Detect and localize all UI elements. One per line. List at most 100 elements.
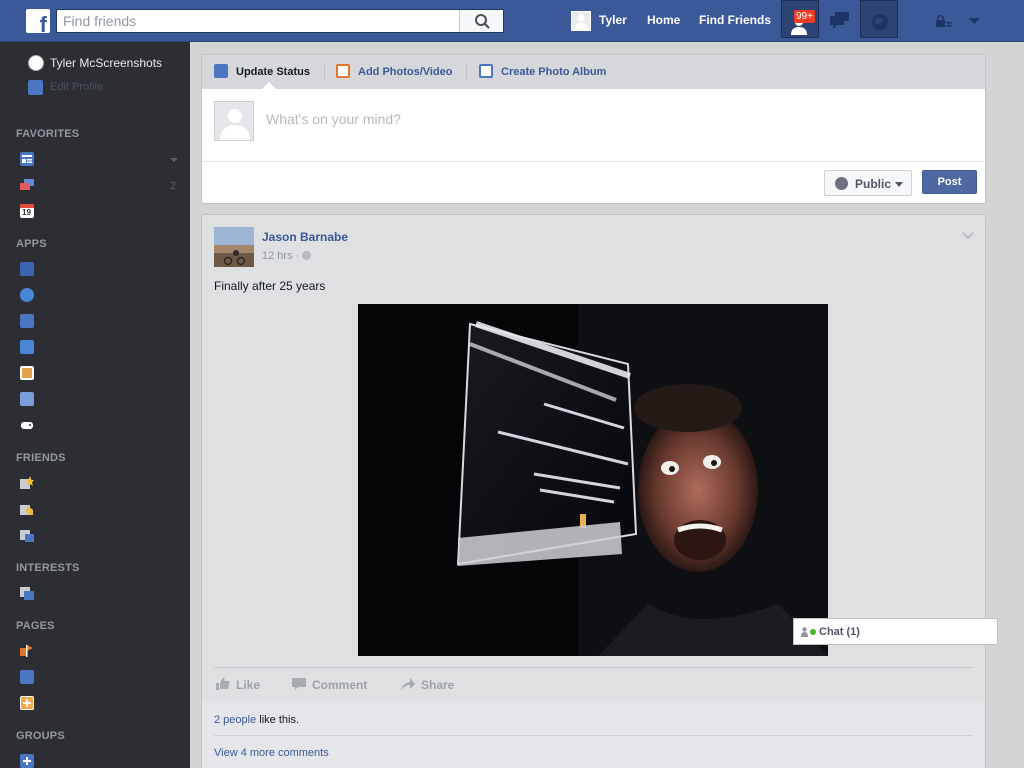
profile-avatar[interactable] — [571, 11, 591, 31]
search-button[interactable] — [459, 10, 503, 32]
comment-label: Comment — [312, 678, 368, 692]
photos-app-icon[interactable] — [20, 366, 34, 380]
page-flag-icon[interactable] — [20, 644, 34, 658]
story-action-divider — [214, 667, 973, 668]
pencil-icon — [28, 80, 43, 95]
search-input[interactable] — [57, 10, 457, 32]
account-menu-button[interactable] — [966, 13, 984, 29]
edit-profile-label: Edit Profile — [50, 81, 104, 93]
create-page-icon[interactable] — [20, 696, 34, 710]
friend-list-icon[interactable] — [20, 528, 34, 542]
likers-link[interactable]: 2 people — [214, 714, 256, 726]
folder-app-icon[interactable] — [20, 340, 34, 354]
story-author-name[interactable]: Jason Barnabe — [262, 230, 348, 244]
like-label: Like — [236, 678, 261, 692]
notifications-jewel[interactable] — [860, 0, 898, 38]
close-friends-icon[interactable] — [20, 476, 34, 490]
facebook-logo[interactable]: f — [26, 9, 50, 33]
story-time-label: 12 hrs — [262, 250, 293, 262]
tab-add-photos-label: Add Photos/Video — [358, 66, 453, 78]
messages-icon — [830, 12, 849, 29]
likes-suffix: like this. — [256, 714, 300, 726]
story-options-chevron-icon[interactable] — [962, 227, 974, 239]
tab-create-album-label: Create Photo Album — [501, 66, 607, 78]
photo-icon — [336, 64, 350, 78]
audience-label: Public — [855, 177, 892, 191]
story-photo[interactable] — [358, 304, 828, 656]
facebook-logo-letter: f — [39, 12, 47, 34]
tab-separator — [324, 65, 325, 79]
likes-sentence: 2 people like this. — [214, 714, 299, 726]
pencil-icon — [214, 64, 228, 78]
clock-app-icon[interactable] — [20, 288, 34, 302]
composer-divider — [202, 161, 985, 162]
status-composer: Update Status Add Photos/Video Create Ph… — [201, 54, 986, 204]
globe-icon — [872, 14, 888, 30]
chat-sidebar-tab[interactable]: Chat (1) — [793, 618, 998, 645]
default-avatar-icon — [220, 109, 250, 140]
search-box — [56, 9, 504, 33]
globe-icon — [302, 251, 312, 260]
composer-avatar — [214, 101, 254, 141]
status-input[interactable] — [266, 111, 766, 127]
album-icon — [479, 64, 493, 78]
story-author-avatar[interactable] — [214, 227, 254, 267]
messages-icon[interactable] — [20, 178, 34, 192]
home-link[interactable]: Home — [647, 13, 680, 27]
ufi-likes-section: 2 people like this. View 4 more comments — [202, 701, 985, 768]
tab-update-status[interactable]: Update Status — [214, 64, 310, 78]
left-sidebar: Tyler McScreenshots Edit Profile FAVORIT… — [0, 42, 190, 768]
app-icon-1[interactable] — [20, 262, 34, 276]
story-text: Finally after 25 years — [214, 279, 326, 293]
audience-selector[interactable]: Public — [824, 170, 912, 196]
active-tab-indicator — [262, 82, 276, 89]
sidebar-avatar — [28, 55, 44, 71]
apps-header: APPS — [16, 238, 47, 250]
tab-separator — [466, 65, 467, 79]
messages-jewel[interactable] — [822, 0, 860, 38]
find-friends-link[interactable]: Find Friends — [699, 13, 771, 27]
chevron-down-icon — [969, 18, 980, 24]
share-label: Share — [421, 678, 455, 692]
privacy-shortcuts-button[interactable] — [934, 13, 954, 29]
interest-feed-icon[interactable] — [20, 586, 34, 600]
games-icon[interactable] — [20, 418, 34, 432]
create-group-icon[interactable] — [20, 754, 34, 768]
family-icon[interactable] — [20, 502, 34, 516]
feed-story: Jason Barnabe 12 hrs · Finally after 25 … — [201, 214, 986, 768]
comment-icon — [292, 678, 306, 690]
messages-count: 2 — [170, 180, 177, 192]
pages-header: PAGES — [16, 620, 55, 632]
chevron-down-icon — [895, 182, 903, 187]
top-navigation-bar: f Tyler Home Find Friends 99+ — [0, 0, 1024, 42]
calendar-icon[interactable]: 19 — [20, 204, 34, 218]
default-avatar-icon — [574, 14, 588, 30]
friend-requests-badge: 99+ — [794, 10, 815, 23]
post-button[interactable]: Post — [922, 170, 977, 194]
online-status-icon — [810, 629, 816, 635]
calendar-day: 19 — [22, 208, 31, 217]
story-timestamp[interactable]: 12 hrs · — [262, 250, 312, 262]
likes-divider — [214, 735, 973, 736]
tab-create-photo-album[interactable]: Create Photo Album — [479, 64, 607, 78]
sidebar-user-name: Tyler McScreenshots — [50, 56, 163, 70]
lock-icon — [936, 14, 952, 27]
search-icon — [475, 14, 490, 29]
people-app-icon[interactable] — [20, 392, 34, 406]
tab-update-status-label: Update Status — [236, 66, 310, 78]
favorites-header: FAVORITES — [16, 128, 80, 140]
tab-add-photos-video[interactable]: Add Photos/Video — [336, 64, 453, 78]
profile-link[interactable]: Tyler — [599, 13, 627, 27]
composer-tabs: Update Status Add Photos/Video Create Ph… — [202, 55, 985, 89]
favorites-options-caret[interactable] — [170, 158, 178, 162]
globe-icon — [835, 177, 848, 190]
thumbs-up-icon — [216, 678, 230, 690]
person-icon — [801, 627, 808, 637]
thumbs-up-icon[interactable] — [20, 670, 34, 684]
view-more-comments-link[interactable]: View 4 more comments — [214, 747, 329, 759]
friends-header: FRIENDS — [16, 452, 66, 464]
friend-requests-jewel[interactable]: 99+ — [781, 0, 819, 38]
chat-label: Chat (1) — [819, 626, 860, 638]
bookmark-app-icon[interactable] — [20, 314, 34, 328]
news-feed-icon[interactable] — [20, 152, 34, 166]
